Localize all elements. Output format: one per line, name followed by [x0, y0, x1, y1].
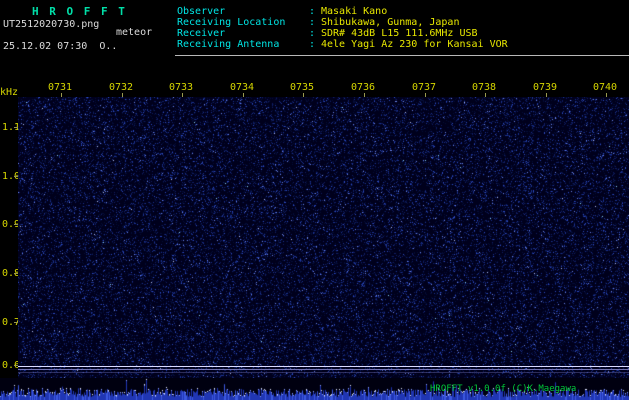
carrier-line	[18, 366, 629, 367]
time-label: 0733	[169, 82, 194, 93]
info-colon: :	[309, 17, 316, 28]
info-value: 4ele Yagi Az 230 for Kansai VOR	[321, 39, 508, 50]
info-row: Receiver : SDR# 43dB L15 111.6MHz USB	[177, 28, 478, 39]
time-label: 0737	[412, 82, 437, 93]
time-label: 0739	[533, 82, 558, 93]
info-label: Observer	[177, 6, 226, 17]
carrier-line-faint	[18, 372, 629, 373]
info-colon: :	[309, 6, 316, 17]
info-row: Receiving Antenna : 4ele Yagi Az 230 for…	[177, 39, 508, 50]
time-label: 0736	[351, 82, 376, 93]
hrofft-window: H R O F F T UT2512020730.png meteor 25.1…	[0, 0, 629, 400]
app-title: H R O F F T	[32, 5, 127, 18]
time-label: 0731	[48, 82, 73, 93]
credit-text: HROFFT v1.0.0f (C)K.Maegawa	[430, 384, 577, 394]
info-label: Receiver	[177, 28, 226, 39]
datetime-label: 25.12.02 07:30 O..	[3, 41, 118, 52]
info-label: Receiving Antenna	[177, 39, 280, 50]
header-separator	[175, 55, 629, 56]
time-label: 0740	[593, 82, 618, 93]
time-label: 0732	[109, 82, 134, 93]
time-label: 0734	[230, 82, 255, 93]
info-label: Receiving Location	[177, 17, 286, 28]
info-value: SDR# 43dB L15 111.6MHz USB	[321, 28, 478, 39]
info-value: Shibukawa, Gunma, Japan	[321, 17, 460, 28]
freq-unit-label: kHz	[0, 87, 19, 98]
info-colon: :	[309, 28, 316, 39]
info-row: Observer : Masaki Kano	[177, 6, 387, 17]
info-value: Masaki Kano	[321, 6, 388, 17]
info-row: Receiving Location : Shibukawa, Gunma, J…	[177, 17, 459, 28]
spectrogram-canvas	[18, 97, 629, 378]
time-label: 0735	[290, 82, 315, 93]
info-colon: :	[309, 39, 316, 50]
mode-label: meteor	[116, 27, 153, 38]
time-label: 0738	[472, 82, 497, 93]
carrier-line-secondary	[18, 369, 629, 370]
output-filename: UT2512020730.png	[3, 19, 100, 30]
